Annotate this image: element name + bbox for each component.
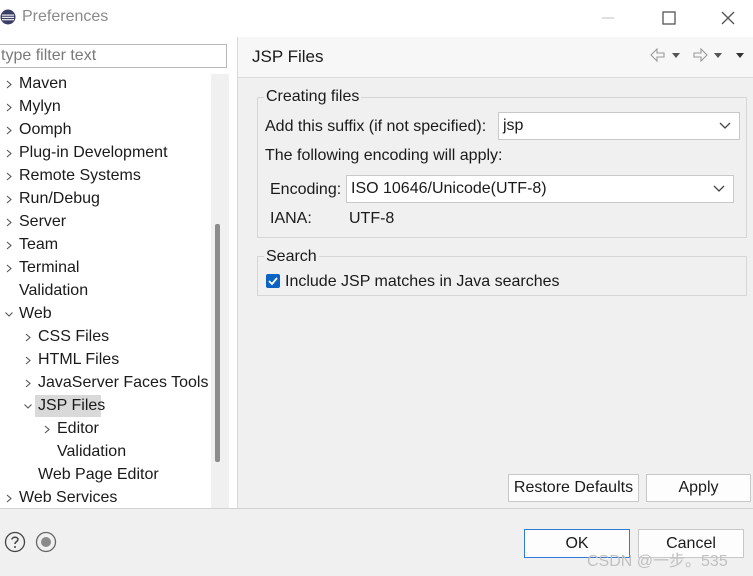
tree-item-label: Oomph <box>19 121 72 138</box>
tree-item-label: Editor <box>57 420 99 437</box>
watermark: CSDN @一步。535 <box>587 553 728 570</box>
back-icon[interactable] <box>648 46 668 64</box>
chevron-right-icon[interactable] <box>4 188 14 210</box>
encoding-note: The following encoding will apply: <box>265 147 503 164</box>
tree-item-label: Server <box>19 213 67 230</box>
tree-item[interactable]: Editor <box>0 418 210 440</box>
tree-item[interactable]: JSP Files <box>0 395 210 417</box>
chevron-down-icon <box>713 185 725 192</box>
forward-icon[interactable] <box>690 46 710 64</box>
suffix-value: jsp <box>503 117 524 134</box>
search-legend: Search <box>264 248 319 266</box>
suffix-label: Add this suffix (if not specified): <box>265 118 487 135</box>
tree-item[interactable]: Mylyn <box>0 96 210 118</box>
minimize-icon[interactable] <box>596 6 620 30</box>
page-title: JSP Files <box>252 47 324 66</box>
tree-scrollbar[interactable] <box>211 74 229 508</box>
tree-item-label: JavaServer Faces Tools <box>38 374 209 391</box>
iana-label: IANA: <box>270 210 312 227</box>
suffix-combo[interactable]: jsp <box>498 112 740 140</box>
tree-item-label: HTML Files <box>38 351 120 368</box>
tree-item-label: Remote Systems <box>19 167 141 184</box>
chevron-right-icon[interactable] <box>23 326 33 348</box>
tree-item[interactable]: Run/Debug <box>0 188 210 210</box>
tree-item[interactable]: Plug-in Development <box>0 142 210 164</box>
tree-item[interactable]: Validation <box>0 441 210 463</box>
iana-value: UTF-8 <box>349 210 395 227</box>
forward-menu-icon[interactable] <box>712 46 724 64</box>
tree-item[interactable]: Validation <box>0 280 210 302</box>
tree-item-label: Terminal <box>19 259 80 276</box>
tree-item-label: Web Page Editor <box>38 466 159 483</box>
tree-item[interactable]: CSS Files <box>0 326 210 348</box>
tree-item-label: Plug-in Development <box>19 144 168 161</box>
tree-item-label: JSP Files <box>38 397 106 414</box>
tree-item[interactable]: Team <box>0 234 210 256</box>
tree-item-label: Web Services <box>19 489 118 506</box>
close-icon[interactable] <box>716 6 740 30</box>
chevron-right-icon[interactable] <box>4 96 14 118</box>
tree-item[interactable]: JavaServer Faces Tools <box>0 372 210 394</box>
chevron-down-icon[interactable] <box>23 395 33 417</box>
chevron-right-icon[interactable] <box>4 142 14 164</box>
tree-item[interactable]: Oomph <box>0 119 210 141</box>
chevron-right-icon[interactable] <box>4 487 14 509</box>
tree-item-label: Web <box>19 305 52 322</box>
tree-item-label: Run/Debug <box>19 190 100 207</box>
chevron-right-icon[interactable] <box>4 119 14 141</box>
chevron-right-icon[interactable] <box>4 234 14 256</box>
filter-input[interactable] <box>0 45 226 67</box>
encoding-combo[interactable]: ISO 10646/Unicode(UTF-8) <box>346 175 734 203</box>
app-icon <box>0 9 16 25</box>
tree-item-label: Maven <box>19 75 68 92</box>
chevron-right-icon[interactable] <box>4 257 14 279</box>
back-menu-icon[interactable] <box>670 46 682 64</box>
tree-item-label: Validation <box>19 282 89 299</box>
include-jsp-checkbox[interactable] <box>266 274 280 288</box>
filter-box[interactable] <box>0 44 227 68</box>
tree-item[interactable]: Web <box>0 303 210 325</box>
creating-files-legend: Creating files <box>264 88 362 106</box>
window-title: Preferences <box>22 8 109 25</box>
tree-item-label: Mylyn <box>19 98 61 115</box>
tree-item[interactable]: Terminal <box>0 257 210 279</box>
chevron-right-icon[interactable] <box>42 418 52 440</box>
apply-button[interactable]: Apply <box>646 474 751 502</box>
tree-item[interactable]: Server <box>0 211 210 233</box>
encoding-label: Encoding: <box>270 181 342 198</box>
chevron-right-icon[interactable] <box>4 165 14 187</box>
title-bar <box>0 0 753 37</box>
tree-item[interactable]: Maven <box>0 73 210 95</box>
import-export-icon[interactable] <box>35 531 57 553</box>
include-jsp-label[interactable]: Include JSP matches in Java searches <box>285 273 560 291</box>
chevron-right-icon[interactable] <box>23 372 33 394</box>
menu-icon[interactable] <box>734 46 746 64</box>
tree-item-label: Validation <box>57 443 127 460</box>
maximize-icon[interactable] <box>657 6 681 30</box>
tree-item[interactable]: Web Services <box>0 487 210 509</box>
tree-item[interactable]: Web Page Editor <box>0 464 210 486</box>
tree-item[interactable]: Remote Systems <box>0 165 210 187</box>
chevron-right-icon[interactable] <box>23 349 33 371</box>
chevron-down-icon <box>719 122 731 129</box>
tree-item[interactable]: HTML Files <box>0 349 210 371</box>
chevron-down-icon[interactable] <box>4 303 14 325</box>
chevron-right-icon[interactable] <box>4 211 14 233</box>
tree-item-label: Team <box>19 236 59 253</box>
tree-scrollbar-thumb[interactable] <box>215 224 220 462</box>
help-icon[interactable] <box>4 531 26 553</box>
encoding-value: ISO 10646/Unicode(UTF-8) <box>351 180 547 197</box>
chevron-right-icon[interactable] <box>4 73 14 95</box>
restore-defaults-button[interactable]: Restore Defaults <box>508 474 639 502</box>
tree-item-label: CSS Files <box>38 328 110 345</box>
